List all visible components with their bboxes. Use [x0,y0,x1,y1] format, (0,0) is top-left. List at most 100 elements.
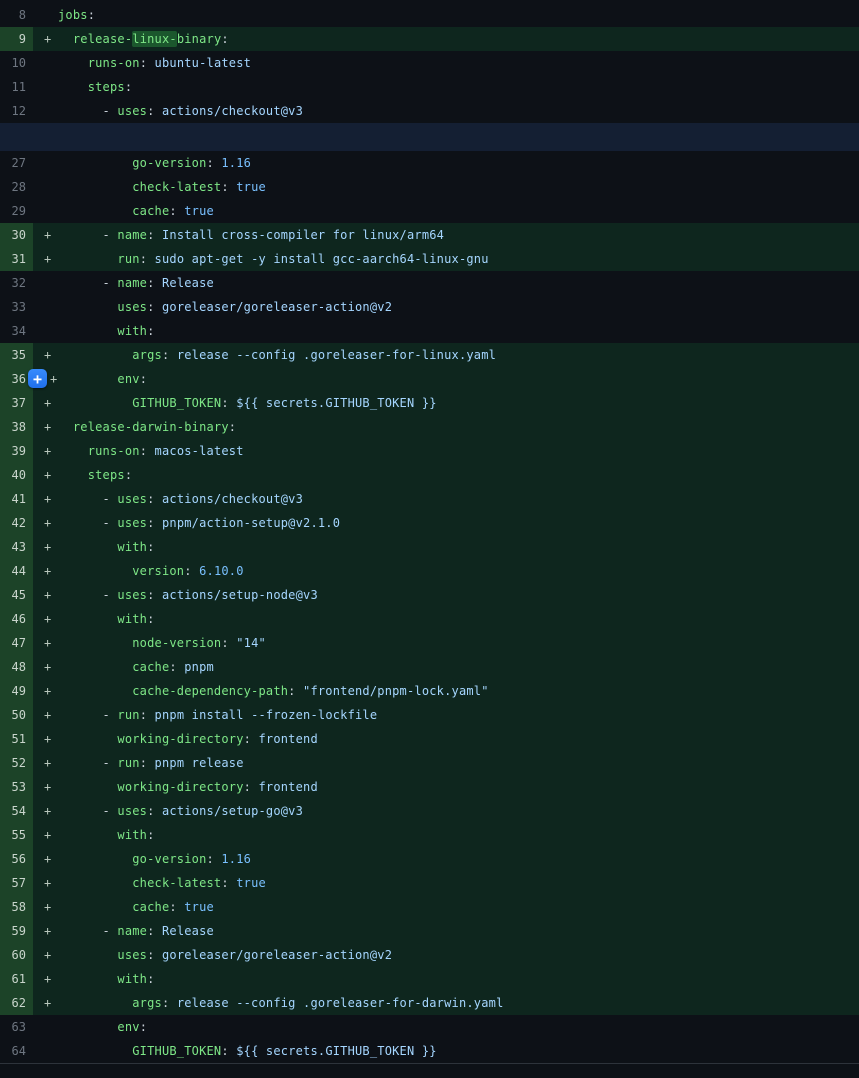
line-number[interactable]: 53 [0,775,33,799]
code-token: : [147,276,162,290]
line-number[interactable]: 44 [0,559,33,583]
line-number[interactable]: 39 [0,439,33,463]
diff-row: 41+ - uses: actions/checkout@v3 [0,487,859,511]
diff-row: 10 runs-on: ubuntu-latest [0,51,859,75]
diff-row: 42+ - uses: pnpm/action-setup@v2.1.0 [0,511,859,535]
code-token [58,1044,132,1058]
line-number[interactable]: 29 [0,199,33,223]
code-line: runs-on: macos-latest [58,439,244,463]
diff-row: 30+ - name: Install cross-compiler for l… [0,223,859,247]
diff-row: 53+ working-directory: frontend [0,775,859,799]
hunk-expander-row[interactable] [0,123,859,151]
line-number[interactable]: 43 [0,535,33,559]
code-token: GITHUB_TOKEN [132,1044,221,1058]
code-token: actions/checkout@v3 [162,492,303,506]
line-number[interactable]: 63 [0,1015,33,1039]
line-number[interactable]: 34 [0,319,33,343]
diff-row: 35+ args: release --config .goreleaser-f… [0,343,859,367]
code-token: go-version [132,156,206,170]
code-token: release --config .goreleaser-for-linux.y… [177,348,496,362]
code-token: true [184,204,214,218]
code-token: jobs [58,8,88,22]
code-token: : [288,684,303,698]
code-token: goreleaser/goreleaser-action@v2 [162,300,392,314]
line-number[interactable]: 28 [0,175,33,199]
code-token [58,180,132,194]
code-line: - run: pnpm install --frozen-lockfile [58,703,377,727]
code-token: : [221,1044,236,1058]
line-number[interactable]: 8 [0,3,33,27]
line-number[interactable]: 64 [0,1039,33,1063]
line-number[interactable]: 46 [0,607,33,631]
code-token: : [169,900,184,914]
line-number[interactable]: 57 [0,871,33,895]
line-number[interactable]: 33 [0,295,33,319]
line-number[interactable]: 9 [0,27,33,51]
diff-row: 9+ release-linux-binary: [0,27,859,51]
line-number[interactable]: 51 [0,727,33,751]
code-line: go-version: 1.16 [58,151,251,175]
line-number[interactable]: 45 [0,583,33,607]
line-number[interactable]: 42 [0,511,33,535]
code-token: "14" [236,636,266,650]
code-token: : [169,660,184,674]
code-token [58,372,117,386]
line-number[interactable]: 47 [0,631,33,655]
line-number[interactable]: 35 [0,343,33,367]
diff-added-marker [33,295,58,319]
line-number[interactable]: 52 [0,751,33,775]
code-line: uses: goreleaser/goreleaser-action@v2 [58,295,392,319]
line-number[interactable]: 49 [0,679,33,703]
line-number[interactable]: 55 [0,823,33,847]
code-token: name [117,924,147,938]
code-token: : [147,104,162,118]
line-number[interactable]: 27 [0,151,33,175]
line-number[interactable]: 61 [0,967,33,991]
line-number[interactable]: 60 [0,943,33,967]
diff-row: 33 uses: goreleaser/goreleaser-action@v2 [0,295,859,319]
line-number[interactable]: 38 [0,415,33,439]
diff-added-marker [33,175,58,199]
diff-row: 47+ node-version: "14" [0,631,859,655]
add-comment-button[interactable]: + [28,369,47,388]
line-number[interactable]: 40 [0,463,33,487]
code-token: : [162,348,177,362]
code-token [58,684,132,698]
diff-row: 54+ - uses: actions/setup-go@v3 [0,799,859,823]
line-number[interactable]: 11 [0,75,33,99]
code-token [58,612,117,626]
line-number[interactable]: 37 [0,391,33,415]
code-token [58,444,88,458]
line-number[interactable]: 58 [0,895,33,919]
code-token: : [221,32,228,46]
line-number[interactable]: 10 [0,51,33,75]
code-token: true [236,180,266,194]
line-number[interactable]: 31 [0,247,33,271]
line-number[interactable]: 48 [0,655,33,679]
code-token: cache [132,900,169,914]
line-number[interactable]: 54 [0,799,33,823]
diff-added-marker: + [33,775,58,799]
code-line: check-latest: true [58,871,266,895]
diff-row: 32 - name: Release [0,271,859,295]
line-number[interactable]: 12 [0,99,33,123]
diff-row: 46+ with: [0,607,859,631]
code-token: true [236,876,266,890]
code-token [58,564,132,578]
line-number[interactable]: 50 [0,703,33,727]
diff-added-marker: + [33,943,58,967]
line-number[interactable]: 56 [0,847,33,871]
diff-row: 12 - uses: actions/checkout@v3 [0,99,859,123]
diff-added-marker: + [33,799,58,823]
diff-row: 57+ check-latest: true [0,871,859,895]
diff-added-marker: + [33,679,58,703]
line-number[interactable]: 30 [0,223,33,247]
diff-added-marker: + [33,847,58,871]
line-number[interactable]: 59 [0,919,33,943]
code-token: : [207,156,222,170]
diff-added-marker: + [33,559,58,583]
line-number[interactable]: 62 [0,991,33,1015]
line-number[interactable]: 41 [0,487,33,511]
line-number[interactable]: 32 [0,271,33,295]
code-token: uses [117,492,147,506]
